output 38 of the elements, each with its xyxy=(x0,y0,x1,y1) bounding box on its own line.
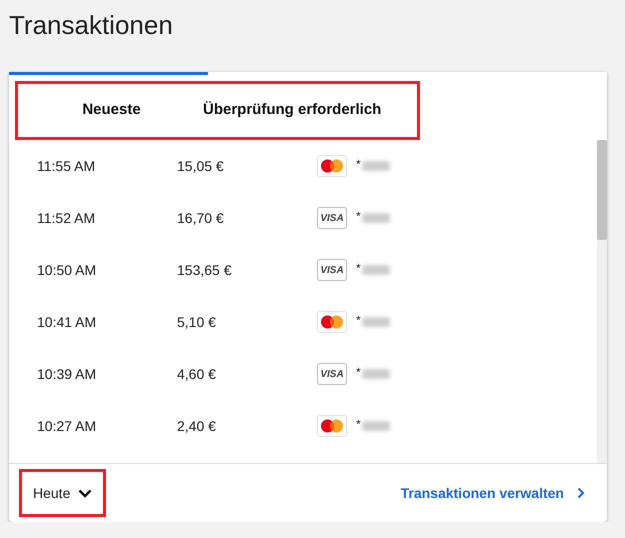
card-circles-icon xyxy=(317,155,347,177)
amount-text: 4,60 € xyxy=(177,366,217,382)
period-dropdown[interactable]: Heute xyxy=(22,485,92,501)
time-text: 10:41 AM xyxy=(36,314,98,330)
time-text: 11:52 AM xyxy=(36,210,96,226)
card-logo: VISA xyxy=(317,259,347,281)
card-logo: VISA xyxy=(317,363,347,385)
amount-text: 15,05 € xyxy=(177,158,225,174)
masked-number-text: * xyxy=(356,157,361,171)
chevron-right-icon xyxy=(577,487,585,499)
redacted-mark xyxy=(362,317,390,327)
amount-text: 153,65 € xyxy=(177,262,232,278)
manage-link[interactable]: Transaktionen verwalten xyxy=(400,485,585,501)
amount-text: 5,10 € xyxy=(177,314,217,330)
redacted-mark xyxy=(362,421,390,431)
card-logo: VISA xyxy=(317,207,347,229)
redacted-mark xyxy=(362,265,390,275)
masked-number-text: * xyxy=(356,209,361,223)
card-circles-icon xyxy=(317,415,347,437)
page-title: Transaktionen xyxy=(9,9,174,42)
scrollbar[interactable] xyxy=(597,140,607,463)
time-text: 11:55 AM xyxy=(36,158,96,174)
amount-text: 16,70 € xyxy=(177,210,225,226)
chevron-down-icon xyxy=(78,488,92,498)
redacted-mark xyxy=(362,213,390,223)
redacted-mark xyxy=(362,161,390,171)
tab[interactable]: Überprüfung erforderlich xyxy=(203,84,382,124)
time-text: 10:50 AM xyxy=(36,262,98,278)
time-text: 10:39 AM xyxy=(36,366,98,382)
card-circles-icon xyxy=(317,311,347,333)
amount-text: 2,40 € xyxy=(177,418,217,434)
masked-number-text: * xyxy=(356,365,361,379)
tab[interactable]: Neueste xyxy=(18,84,203,124)
redacted-mark xyxy=(362,369,390,379)
masked-number-text: * xyxy=(356,313,361,327)
time-text: 10:27 AM xyxy=(36,418,98,434)
masked-number-text: * xyxy=(356,417,361,431)
masked-number-text: * xyxy=(356,261,361,275)
